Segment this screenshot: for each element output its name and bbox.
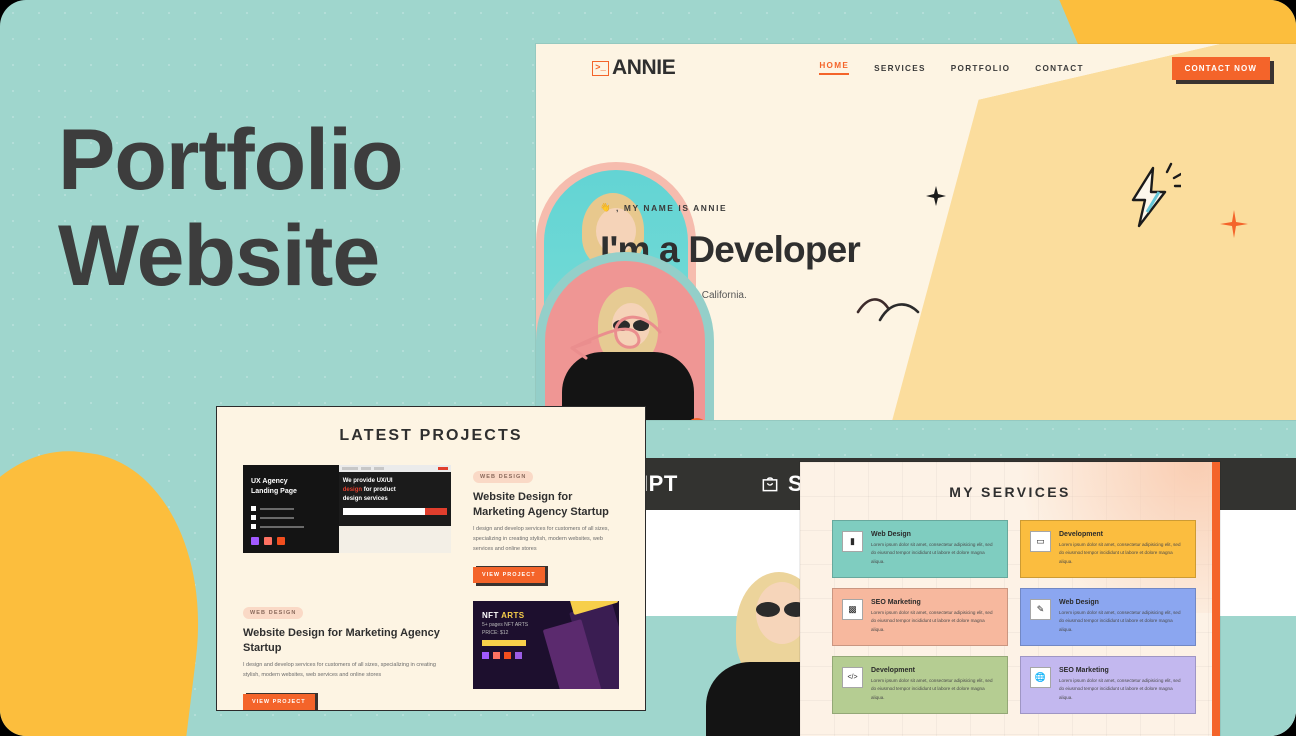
service-title: Web Design (1059, 599, 1099, 606)
project-item: WEB DESIGN Website Design for Marketing … (473, 465, 619, 587)
view-project-button[interactable]: VIEW PROJECT (473, 567, 545, 584)
nft-title-accent: ARTS (501, 611, 525, 621)
service-card-body: SEO Marketing Lorem ipsum dolor sit amet… (871, 599, 997, 635)
poster-canvas: Portfolio Website >_ ANNIE HOME SERVICES… (0, 0, 1296, 736)
service-card-development-2[interactable]: </> Development Lorem ipsum dolor sit am… (832, 656, 1008, 714)
service-title: SEO Marketing (1059, 667, 1109, 674)
thumb-promo-text: We provide UX/UI design for product design… (342, 478, 396, 502)
project-badge: WEB DESIGN (243, 607, 304, 620)
sketch-icon (493, 652, 500, 660)
contact-now-button[interactable]: CONTACT NOW (1171, 56, 1270, 80)
figma-icon (251, 537, 259, 545)
latest-projects-title: LATEST PROJECTS (339, 427, 523, 444)
pen-icon: ✎ (1030, 599, 1051, 620)
code-icon: </> (842, 667, 863, 688)
xd-icon (277, 537, 285, 545)
nav-item-contact[interactable]: CONTACT (1035, 64, 1084, 73)
monitor-icon: ▭ (1030, 531, 1051, 552)
hero-photo-secondary-image (545, 261, 705, 420)
sketch-icon (264, 537, 272, 545)
latest-projects-panel: LATEST PROJECTS UX Agency Landing Page W… (216, 406, 646, 711)
thumb-right-pane: We provide UX/UI design for product design… (338, 465, 451, 553)
mobile-icon: ▮ (842, 531, 863, 552)
service-card-body: Development Lorem ipsum dolor sit amet, … (1059, 531, 1185, 567)
view-project-wrapper: VIEW PROJECT (243, 690, 318, 710)
service-title: Development (871, 667, 915, 674)
nav-item-portfolio[interactable]: PORTFOLIO (951, 64, 1010, 73)
service-card-body: Development Lorem ipsum dolor sit amet, … (871, 667, 997, 703)
globe-icon: 🌐 (1030, 667, 1051, 688)
nav-item-home[interactable]: HOME (819, 61, 849, 75)
nav-item-services[interactable]: SERVICES (874, 64, 926, 73)
service-card-web-design-1[interactable]: ▮ Web Design Lorem ipsum dolor sit amet,… (832, 520, 1008, 578)
hero-website-mockup: >_ ANNIE HOME SERVICES PORTFOLIO CONTACT… (536, 44, 1296, 420)
service-description: Lorem ipsum dolor sit amet, consectetur … (1059, 610, 1181, 632)
waving-hand-icon: 👋 (600, 202, 613, 212)
thumb-email-input (342, 508, 447, 515)
hero-eyebrow-text: , MY NAME IS ANNIE (616, 202, 728, 213)
figma-icon (482, 652, 489, 660)
service-card-development-1[interactable]: ▭ Development Lorem ipsum dolor sit amet… (1020, 520, 1196, 578)
hero-nav-links: HOME SERVICES PORTFOLIO CONTACT (819, 61, 1083, 75)
shopping-bag-icon (762, 477, 778, 492)
project-thumbnail-ux-agency[interactable]: UX Agency Landing Page We provide UX/UI de… (243, 465, 451, 553)
my-services-panel: MY SERVICES ▮ Web Design Lorem ipsum dol… (800, 462, 1220, 736)
yellow-blob-left (0, 437, 220, 736)
project-description: I design and develop services for custom… (473, 526, 610, 552)
project-item: WEB DESIGN Website Design for Marketing … (243, 601, 451, 710)
thumb-hero-body: We provide UX/UI design for product design… (338, 472, 451, 526)
latest-projects-grid: UX Agency Landing Page We provide UX/UI de… (217, 445, 645, 710)
service-title: Web Design (871, 531, 911, 538)
title-line-1: Portfolio (58, 112, 404, 208)
service-description: Lorem ipsum dolor sit amet, consectetur … (871, 678, 993, 700)
services-card-grid: ▮ Web Design Lorem ipsum dolor sit amet,… (800, 500, 1220, 714)
title-line-2: Website (58, 208, 380, 305)
ps-icon (515, 652, 522, 660)
contact-now-wrapper: CONTACT NOW (1171, 56, 1274, 84)
project-thumbnail-nft-arts[interactable]: NFT ARTS 5+ pages NFT ARTS PRICE: $12 (473, 601, 619, 690)
sunglasses (613, 319, 650, 331)
service-description: Lorem ipsum dolor sit amet, consectetur … (871, 542, 993, 564)
thumb-browser-bar (338, 465, 451, 472)
services-accent-edge (1212, 462, 1220, 736)
service-card-seo-marketing-1[interactable]: ▩ SEO Marketing Lorem ipsum dolor sit am… (832, 588, 1008, 646)
service-description: Lorem ipsum dolor sit amet, consectetur … (1059, 678, 1181, 700)
hero-navbar: >_ ANNIE HOME SERVICES PORTFOLIO CONTACT… (536, 44, 1296, 92)
service-card-web-design-2[interactable]: ✎ Web Design Lorem ipsum dolor sit amet,… (1020, 588, 1196, 646)
service-description: Lorem ipsum dolor sit amet, consectetur … (1059, 542, 1181, 564)
terminal-prompt-icon: >_ (592, 60, 609, 76)
service-card-body: Web Design Lorem ipsum dolor sit amet, c… (1059, 599, 1185, 635)
service-card-body: Web Design Lorem ipsum dolor sit amet, c… (871, 531, 997, 567)
service-card-seo-marketing-2[interactable]: 🌐 SEO Marketing Lorem ipsum dolor sit am… (1020, 656, 1196, 714)
thumb-heading: UX Agency Landing Page (251, 478, 297, 496)
service-title: Development (1059, 531, 1103, 538)
service-title: SEO Marketing (871, 599, 921, 606)
thumb-footer (338, 526, 451, 553)
hero-eyebrow: 👋 , MY NAME IS ANNIE (600, 202, 930, 213)
logo-text: ANNIE (612, 56, 676, 79)
site-logo[interactable]: >_ ANNIE (592, 56, 676, 80)
project-badge: WEB DESIGN (473, 471, 534, 483)
project-title: Website Design for Marketing Agency Star… (243, 627, 440, 654)
thumb-left-pane: UX Agency Landing Page (243, 465, 343, 553)
thumb-bullets (251, 506, 335, 530)
project-title: Website Design for Marketing Agency Star… (473, 491, 609, 518)
view-project-button[interactable]: VIEW PROJECT (243, 693, 315, 710)
nft-title-main: NFT (482, 611, 499, 621)
thumb-tool-icons (251, 537, 285, 545)
view-project-wrapper: VIEW PROJECT (473, 563, 548, 587)
service-description: Lorem ipsum dolor sit amet, consectetur … (871, 610, 993, 632)
my-services-title: MY SERVICES (949, 484, 1071, 500)
project-description: I design and develop services for custom… (243, 662, 436, 678)
page-title: Portfolio Website (58, 112, 498, 305)
service-card-body: SEO Marketing Lorem ipsum dolor sit amet… (1059, 667, 1185, 703)
hero-photo-secondary: ✓ (536, 252, 714, 420)
chart-icon: ▩ (842, 599, 863, 620)
xd-icon (504, 652, 511, 660)
